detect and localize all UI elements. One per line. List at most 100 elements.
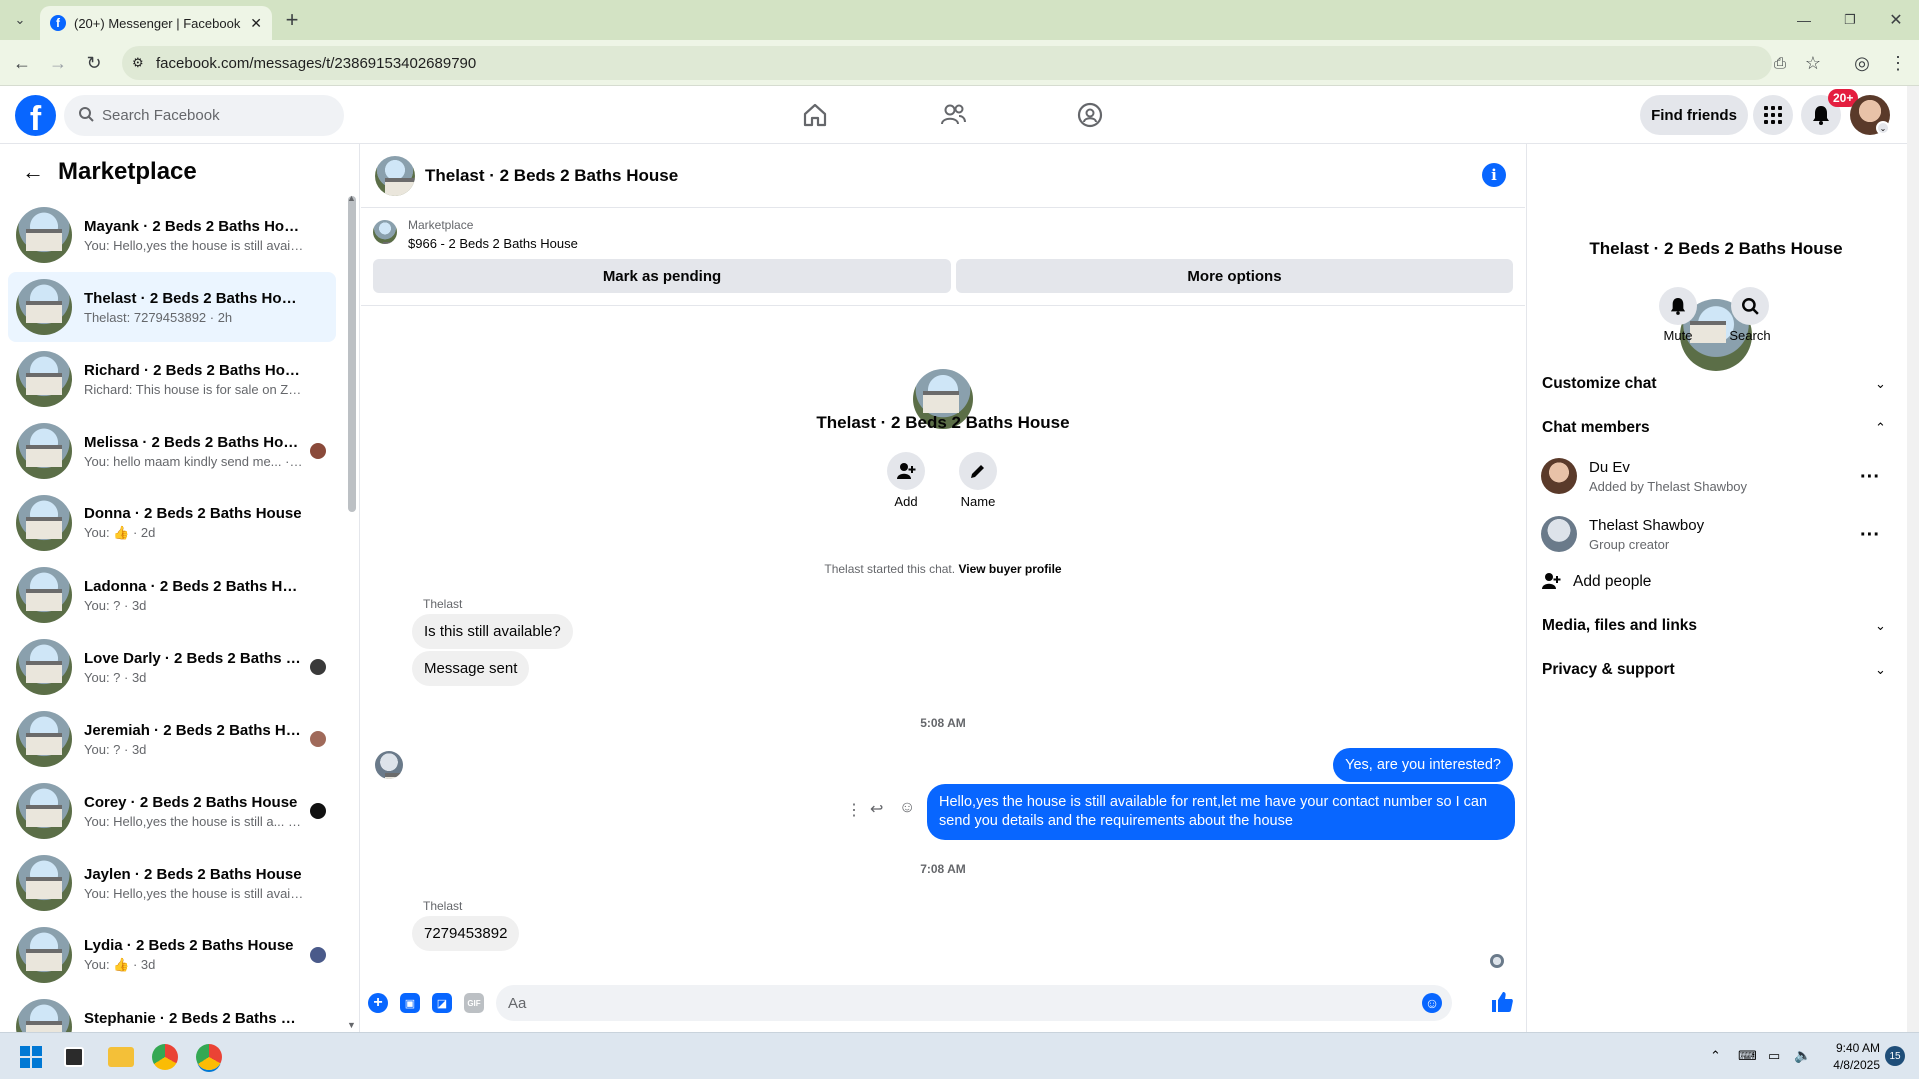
menu-grid-icon[interactable] bbox=[1753, 95, 1793, 135]
participant-mini-avatar bbox=[310, 731, 326, 747]
emoji-picker-icon[interactable]: ☺ bbox=[1422, 993, 1442, 1013]
home-nav-icon[interactable] bbox=[795, 95, 835, 135]
more-actions-plus-icon[interactable]: + bbox=[368, 993, 388, 1013]
chat-header[interactable]: Thelast · 2 Beds 2 Baths House bbox=[361, 144, 1525, 208]
clock-date[interactable]: 4/8/2025 bbox=[1820, 1058, 1880, 1072]
tray-chevron-icon[interactable]: ⌃ bbox=[1710, 1048, 1721, 1064]
member-options-icon[interactable]: ··· bbox=[1860, 466, 1880, 489]
file-explorer-icon[interactable] bbox=[108, 1047, 134, 1067]
sticker-icon[interactable]: ◪ bbox=[432, 993, 452, 1013]
member-options-icon[interactable]: ··· bbox=[1860, 524, 1880, 547]
conversation-name: Jeremiah · 2 Beds 2 Baths Ho... bbox=[84, 721, 304, 739]
attach-photo-icon[interactable]: ▣ bbox=[400, 993, 420, 1013]
scroll-up-icon[interactable]: ▲ bbox=[347, 193, 356, 203]
member-role: Added by Thelast Shawboy bbox=[1589, 479, 1748, 494]
groups-nav-icon[interactable] bbox=[1070, 95, 1110, 135]
conversation-item[interactable]: Melissa · 2 Beds 2 Baths House You: hello… bbox=[8, 416, 336, 486]
page-scrollbar[interactable] bbox=[1907, 86, 1919, 1032]
back-arrow-icon[interactable]: ← bbox=[22, 159, 44, 185]
find-friends-button[interactable]: Find friends bbox=[1640, 95, 1748, 135]
outgoing-message[interactable]: Yes, are you interested? bbox=[1333, 748, 1513, 782]
minimize-icon[interactable]: — bbox=[1790, 6, 1818, 34]
clock-time[interactable]: 9:40 AM bbox=[1820, 1041, 1880, 1055]
tab-search-icon[interactable]: ⌄ bbox=[6, 6, 34, 34]
sender-avatar[interactable] bbox=[375, 751, 403, 779]
chevron-down-icon[interactable]: ⌄ bbox=[1875, 376, 1886, 392]
chevron-down-icon[interactable]: ⌄ bbox=[1875, 662, 1886, 678]
listing-title[interactable]: $966 - 2 Beds 2 Baths House bbox=[408, 236, 578, 251]
search-conversation-icon[interactable] bbox=[1731, 287, 1769, 325]
incoming-message[interactable]: Is this still available? bbox=[412, 614, 573, 649]
scroll-down-icon[interactable]: ▼ bbox=[347, 1020, 356, 1030]
bookmark-star-icon[interactable]: ☆ bbox=[1799, 49, 1827, 77]
keyboard-icon[interactable]: ⌨ bbox=[1738, 1048, 1757, 1064]
reload-icon[interactable]: ↻ bbox=[80, 49, 108, 77]
conversation-item[interactable]: Donna · 2 Beds 2 Baths House You: 👍 · 2d bbox=[8, 488, 336, 558]
message-input[interactable]: Aa ☺ bbox=[496, 985, 1452, 1021]
media-files-links-section[interactable]: Media, files and links bbox=[1542, 617, 1697, 635]
conversation-name: Donna · 2 Beds 2 Baths House bbox=[84, 505, 302, 522]
customize-chat-section[interactable]: Customize chat bbox=[1542, 375, 1657, 393]
conversation-item[interactable]: Jaylen · 2 Beds 2 Baths House You: Hello,… bbox=[8, 848, 336, 918]
edit-name-pencil-icon[interactable] bbox=[959, 452, 997, 490]
browser-tab[interactable]: f (20+) Messenger | Facebook ✕ bbox=[40, 6, 272, 40]
chat-members-section[interactable]: Chat members bbox=[1542, 419, 1650, 437]
member-name[interactable]: Du Ev bbox=[1589, 459, 1630, 476]
privacy-support-label: Privacy & support bbox=[1542, 661, 1675, 678]
chrome-menu-icon[interactable]: ⋮ bbox=[1884, 49, 1912, 77]
member-avatar[interactable] bbox=[1541, 458, 1577, 494]
account-chevron-icon[interactable]: ⌄ bbox=[1876, 121, 1890, 135]
chevron-up-icon[interactable]: ⌃ bbox=[1875, 420, 1886, 436]
mark-as-pending-button[interactable]: Mark as pending bbox=[373, 259, 951, 293]
profile-icon[interactable]: ◎ bbox=[1848, 49, 1876, 77]
notification-count-badge[interactable]: 15 bbox=[1885, 1046, 1905, 1066]
conversation-item[interactable]: Ladonna · 2 Beds 2 Baths House You: ? · 3… bbox=[8, 560, 336, 630]
like-thumbs-up-icon[interactable] bbox=[1490, 990, 1514, 1017]
incoming-message[interactable]: 7279453892 bbox=[412, 916, 520, 951]
reply-icon[interactable]: ↩ bbox=[870, 799, 883, 819]
chrome-active-icon[interactable] bbox=[196, 1044, 222, 1070]
react-emoji-icon[interactable]: ☺ bbox=[899, 799, 915, 817]
add-person-icon[interactable] bbox=[887, 452, 925, 490]
privacy-support-section[interactable]: Privacy & support bbox=[1542, 661, 1675, 679]
conversation-item[interactable]: Richard · 2 Beds 2 Baths House Richard: T… bbox=[8, 344, 336, 414]
conversation-item[interactable]: Thelast · 2 Beds 2 Baths House Thelast: 7… bbox=[8, 272, 336, 342]
gif-icon[interactable]: GIF bbox=[464, 993, 484, 1013]
chrome-icon[interactable] bbox=[152, 1044, 178, 1070]
mute-bell-icon[interactable] bbox=[1659, 287, 1697, 325]
back-icon[interactable]: ← bbox=[8, 49, 36, 77]
install-app-icon[interactable]: ⎙ bbox=[1766, 49, 1794, 77]
conversation-item[interactable]: Love Darly · 2 Beds 2 Baths H... You: ? ·… bbox=[8, 632, 336, 702]
windows-start-icon[interactable] bbox=[20, 1046, 42, 1068]
view-buyer-profile-link[interactable]: View buyer profile bbox=[958, 562, 1061, 576]
search-facebook-input[interactable]: Search Facebook bbox=[64, 95, 344, 136]
outgoing-message[interactable]: Hello,yes the house is still available f… bbox=[927, 784, 1515, 840]
add-people-button[interactable]: Add people bbox=[1573, 573, 1651, 591]
conversation-item[interactable]: Lydia · 2 Beds 2 Baths House You: 👍 · 3d bbox=[8, 920, 336, 990]
network-icon[interactable]: ▭ bbox=[1768, 1048, 1780, 1064]
forward-icon[interactable]: → bbox=[44, 49, 72, 77]
chevron-down-icon[interactable]: ⌄ bbox=[1875, 618, 1886, 634]
more-actions-icon[interactable]: ⋮ bbox=[846, 800, 862, 820]
close-window-icon[interactable]: ✕ bbox=[1882, 6, 1910, 34]
close-tab-icon[interactable]: ✕ bbox=[250, 15, 262, 32]
member-avatar[interactable] bbox=[1541, 516, 1577, 552]
conversation-item[interactable]: Mayank · 2 Beds 2 Baths House You: Hello,… bbox=[8, 200, 336, 270]
sender-name: Thelast bbox=[423, 597, 463, 611]
more-options-button[interactable]: More options bbox=[956, 259, 1513, 293]
restore-icon[interactable]: ❐ bbox=[1836, 6, 1864, 34]
task-view-icon[interactable] bbox=[64, 1047, 84, 1067]
incoming-message[interactable]: Message sent bbox=[412, 651, 530, 686]
site-info-icon[interactable]: ⚙ bbox=[132, 55, 144, 71]
friends-nav-icon[interactable] bbox=[933, 95, 973, 135]
volume-icon[interactable]: 🔈 bbox=[1794, 1047, 1811, 1064]
sidebar-scrollbar[interactable] bbox=[348, 196, 356, 512]
conversation-item[interactable]: Jeremiah · 2 Beds 2 Baths Ho... You: ? · … bbox=[8, 704, 336, 774]
address-bar[interactable]: ⚙ facebook.com/messages/t/23869153402689… bbox=[122, 46, 1772, 80]
facebook-logo-icon[interactable]: f bbox=[15, 95, 56, 136]
conversation-item[interactable]: Corey · 2 Beds 2 Baths House You: Hello,y… bbox=[8, 776, 336, 846]
info-icon[interactable]: i bbox=[1482, 163, 1506, 187]
member-name[interactable]: Thelast Shawboy bbox=[1589, 517, 1704, 534]
conversation-preview: You: ? · 3d bbox=[84, 597, 147, 613]
new-tab-icon[interactable]: + bbox=[278, 6, 306, 34]
